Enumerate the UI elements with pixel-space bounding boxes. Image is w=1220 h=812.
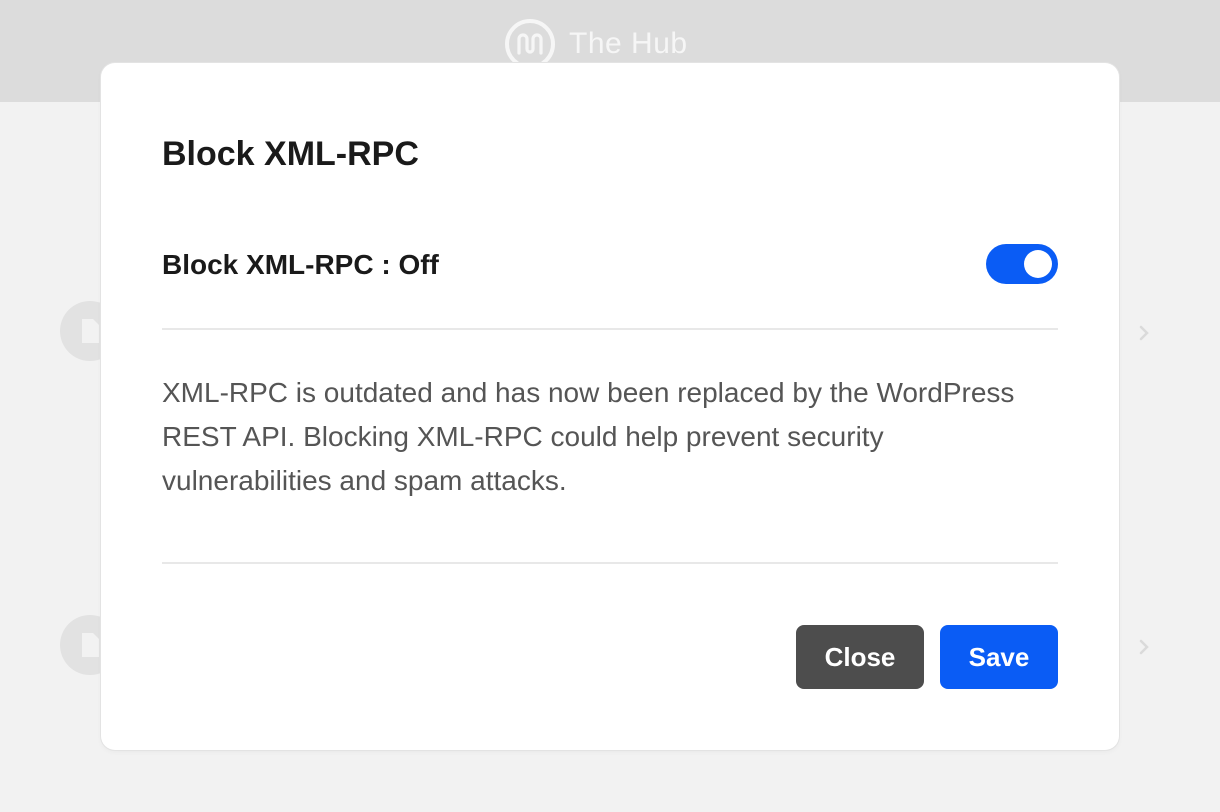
block-xml-rpc-toggle[interactable] [986, 244, 1058, 284]
divider [162, 328, 1058, 330]
page: The Hub Block XML-RPC Block XML-RPC : Of… [0, 0, 1220, 812]
brand-name: The Hub [569, 27, 688, 60]
chevron-right-icon[interactable] [1134, 637, 1154, 657]
divider [162, 562, 1058, 564]
chevron-right-icon[interactable] [1134, 323, 1154, 343]
toggle-knob [1024, 250, 1052, 278]
description-text: XML-RPC is outdated and has now been rep… [162, 377, 1015, 496]
save-button[interactable]: Save [940, 625, 1058, 689]
hub-logo-icon [505, 19, 555, 69]
modal-title: Block XML-RPC [162, 135, 419, 173]
close-button[interactable]: Close [796, 625, 924, 689]
block-xml-rpc-status-label: Block XML-RPC : Off [162, 249, 439, 280]
block-xml-rpc-modal: Block XML-RPC Block XML-RPC : Off XML-RP… [101, 63, 1119, 750]
